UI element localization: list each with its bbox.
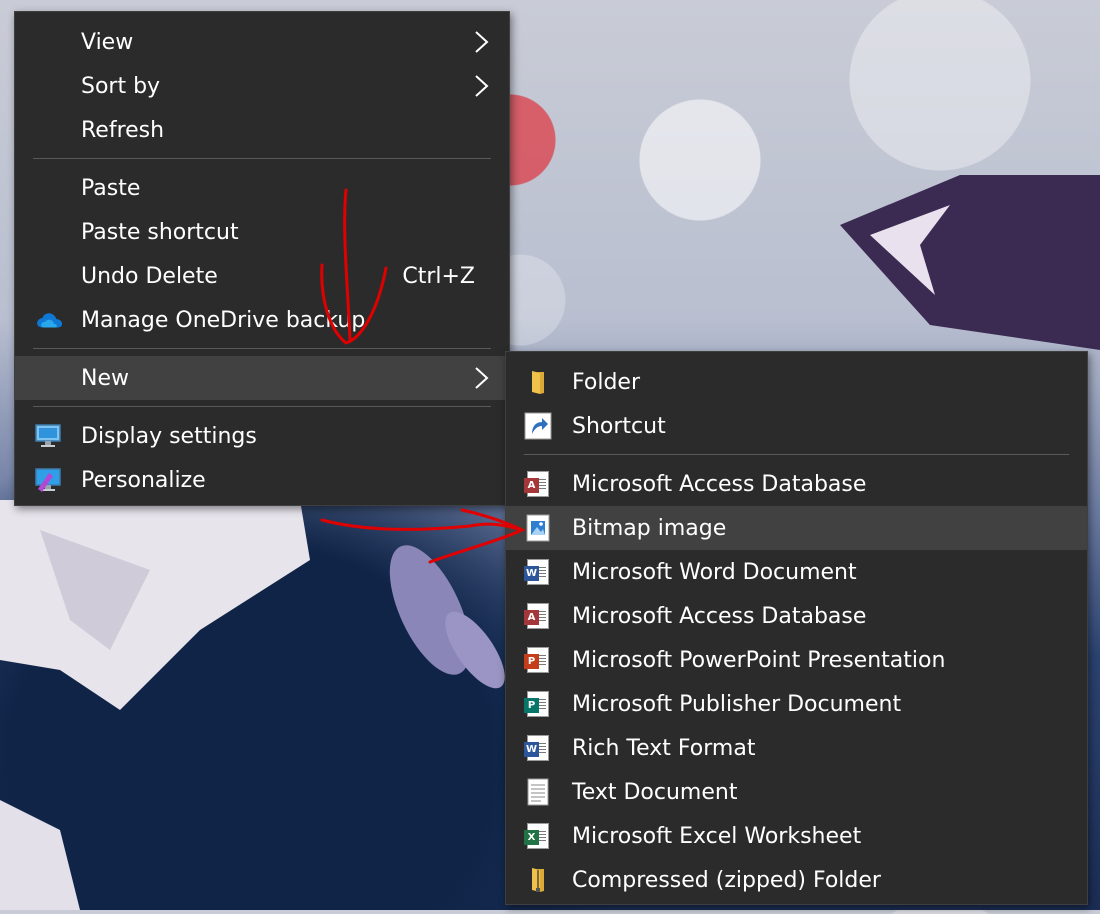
submenu-item-label: Bitmap image <box>572 515 727 541</box>
submenu-item-publisher-document[interactable]: P Microsoft Publisher Document <box>506 682 1087 726</box>
menu-item-label: Paste <box>81 175 141 201</box>
bitmap-icon <box>524 514 552 542</box>
submenu-item-bitmap-image[interactable]: Bitmap image <box>506 506 1087 550</box>
submenu-item-rich-text-format[interactable]: W Rich Text Format <box>506 726 1087 770</box>
new-submenu: Folder Shortcut A Microsoft Access Datab… <box>505 351 1088 905</box>
submenu-item-powerpoint-presentation[interactable]: P Microsoft PowerPoint Presentation <box>506 638 1087 682</box>
menu-item-label: Display settings <box>81 423 257 449</box>
menu-item-label: Manage OneDrive backup <box>81 307 366 333</box>
menu-item-personalize[interactable]: Personalize <box>15 458 509 502</box>
submenu-item-label: Rich Text Format <box>572 735 756 761</box>
menu-item-sort-by[interactable]: Sort by <box>15 64 509 108</box>
publisher-icon: P <box>524 690 552 718</box>
text-document-icon <box>524 778 552 806</box>
chevron-right-icon <box>475 75 489 97</box>
submenu-item-label: Shortcut <box>572 413 666 439</box>
folder-icon <box>524 368 552 396</box>
desktop-context-menu: View Sort by Refresh Paste Paste shortcu… <box>14 11 510 506</box>
wallpaper-figure-shape <box>0 500 320 910</box>
menu-item-label: New <box>81 365 129 391</box>
menu-item-refresh[interactable]: Refresh <box>15 108 509 152</box>
chevron-right-icon <box>475 367 489 389</box>
submenu-item-label: Microsoft PowerPoint Presentation <box>572 647 946 673</box>
submenu-item-compressed-folder[interactable]: Compressed (zipped) Folder <box>506 858 1087 902</box>
menu-item-view[interactable]: View <box>15 20 509 64</box>
wallpaper-arrow-shape <box>840 175 1100 350</box>
access-icon: A <box>524 470 552 498</box>
menu-item-display-settings[interactable]: Display settings <box>15 414 509 458</box>
submenu-item-access-database[interactable]: A Microsoft Access Database <box>506 462 1087 506</box>
chevron-right-icon <box>475 31 489 53</box>
submenu-item-text-document[interactable]: Text Document <box>506 770 1087 814</box>
menu-item-label: Sort by <box>81 73 161 99</box>
access-icon: A <box>524 602 552 630</box>
wallpaper-petal-shapes <box>380 520 520 720</box>
submenu-item-label: Microsoft Access Database <box>572 471 867 497</box>
excel-icon: X <box>524 822 552 850</box>
menu-item-label: View <box>81 29 134 55</box>
menu-item-new[interactable]: New <box>15 356 509 400</box>
shortcut-icon <box>524 412 552 440</box>
submenu-item-label: Microsoft Publisher Document <box>572 691 902 717</box>
submenu-item-shortcut[interactable]: Shortcut <box>506 404 1087 448</box>
menu-separator <box>33 406 491 407</box>
display-settings-icon <box>35 422 63 450</box>
word-icon: W <box>524 558 552 586</box>
submenu-item-word-document[interactable]: W Microsoft Word Document <box>506 550 1087 594</box>
menu-separator <box>33 158 491 159</box>
submenu-item-label: Compressed (zipped) Folder <box>572 867 881 893</box>
menu-item-label: Paste shortcut <box>81 219 239 245</box>
menu-item-label: Refresh <box>81 117 165 143</box>
menu-separator <box>524 454 1069 455</box>
submenu-item-folder[interactable]: Folder <box>506 360 1087 404</box>
submenu-item-label: Folder <box>572 369 640 395</box>
submenu-item-label: Microsoft Excel Worksheet <box>572 823 862 849</box>
powerpoint-icon: P <box>524 646 552 674</box>
menu-item-paste-shortcut[interactable]: Paste shortcut <box>15 210 509 254</box>
submenu-item-label: Text Document <box>572 779 738 805</box>
menu-item-paste[interactable]: Paste <box>15 166 509 210</box>
shortcut-hint: Ctrl+Z <box>402 263 475 289</box>
menu-item-label: Personalize <box>81 467 206 493</box>
submenu-item-label: Microsoft Word Document <box>572 559 857 585</box>
personalize-icon <box>35 466 63 494</box>
rtf-icon: W <box>524 734 552 762</box>
onedrive-cloud-icon <box>35 306 63 334</box>
menu-separator <box>33 348 491 349</box>
submenu-item-label: Microsoft Access Database <box>572 603 867 629</box>
submenu-item-excel-worksheet[interactable]: X Microsoft Excel Worksheet <box>506 814 1087 858</box>
menu-item-label: Undo Delete <box>81 263 218 289</box>
menu-item-undo-delete[interactable]: Undo Delete Ctrl+Z <box>15 254 509 298</box>
submenu-item-access-database-2[interactable]: A Microsoft Access Database <box>506 594 1087 638</box>
menu-item-manage-onedrive-backup[interactable]: Manage OneDrive backup <box>15 298 509 342</box>
zip-folder-icon <box>524 866 552 894</box>
